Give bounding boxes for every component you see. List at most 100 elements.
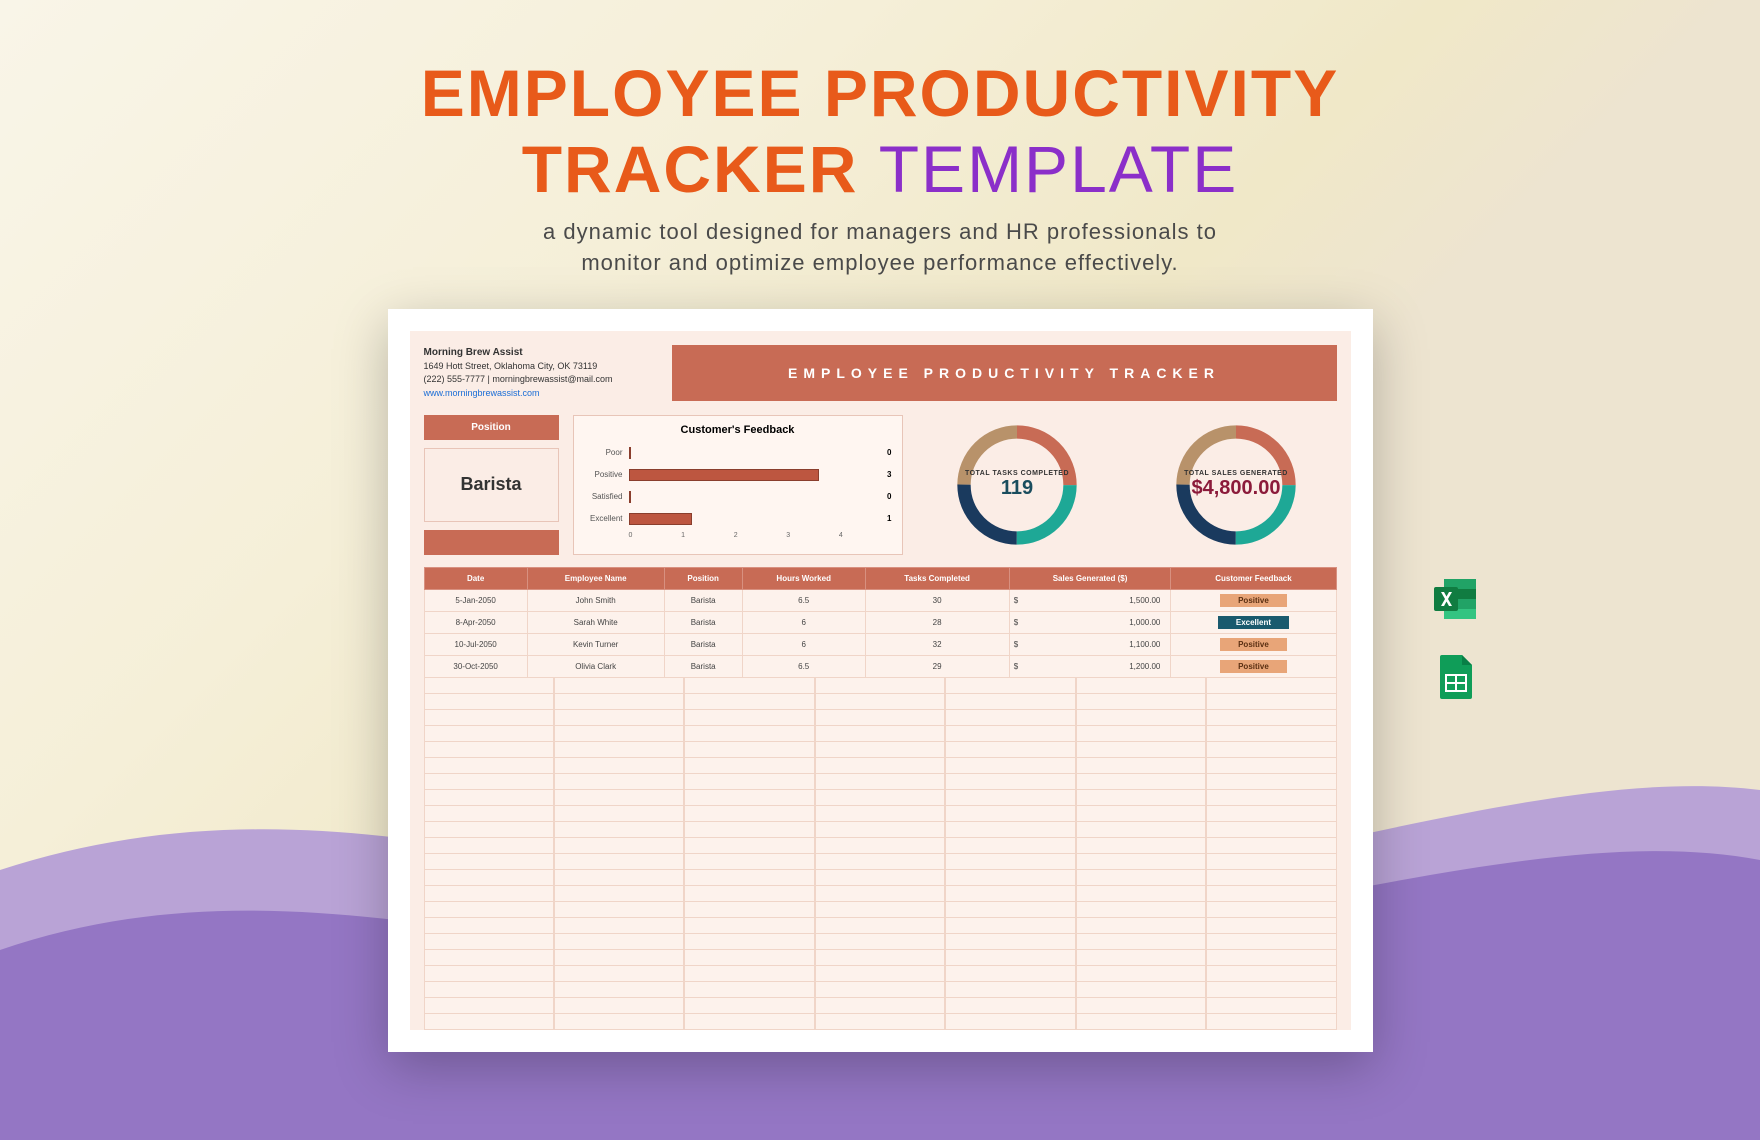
column-header: Date xyxy=(424,567,527,589)
title-line2b: TEMPLATE xyxy=(879,132,1239,206)
empty-cell xyxy=(424,710,554,726)
empty-cell xyxy=(1206,870,1336,886)
empty-cell xyxy=(945,710,1075,726)
donut-sales: TOTAL SALES GENERATED $4,800.00 xyxy=(1166,415,1306,555)
empty-cell xyxy=(1076,774,1206,790)
cell-date: 8-Apr-2050 xyxy=(424,611,527,633)
cell-name: Sarah White xyxy=(527,611,664,633)
empty-cell xyxy=(1076,758,1206,774)
title-block: EMPLOYEE PRODUCTIVITY TRACKER TEMPLATE a… xyxy=(0,0,1760,279)
donut-tasks: TOTAL TASKS COMPLETED 119 xyxy=(947,415,1087,555)
empty-cell xyxy=(684,710,814,726)
empty-cell xyxy=(1206,966,1336,982)
empty-cell xyxy=(945,694,1075,710)
empty-cell xyxy=(1076,838,1206,854)
table-body: 5-Jan-2050 John Smith Barista 6.5 30 $1,… xyxy=(424,589,1336,677)
empty-cell xyxy=(554,870,684,886)
empty-cell xyxy=(554,774,684,790)
empty-cell xyxy=(554,742,684,758)
google-sheets-icon[interactable] xyxy=(1432,653,1480,701)
empty-cell xyxy=(1206,934,1336,950)
empty-cell xyxy=(945,1014,1075,1030)
sheet-header: Morning Brew Assist 1649 Hott Street, Ok… xyxy=(424,345,1337,401)
bar-category: Satisfied xyxy=(584,492,629,501)
empty-cell xyxy=(815,982,945,998)
table-row: 5-Jan-2050 John Smith Barista 6.5 30 $1,… xyxy=(424,589,1336,611)
empty-cell xyxy=(1076,886,1206,902)
bar-fill xyxy=(629,491,631,503)
empty-cell xyxy=(684,822,814,838)
empty-cell xyxy=(1206,1014,1336,1030)
empty-cell xyxy=(684,870,814,886)
bar-category: Excellent xyxy=(584,514,629,523)
cell-hours: 6 xyxy=(742,633,865,655)
empty-cell xyxy=(945,790,1075,806)
empty-cell xyxy=(1206,694,1336,710)
position-column: Position Barista xyxy=(424,415,559,555)
empty-cell xyxy=(424,774,554,790)
empty-cell xyxy=(424,1014,554,1030)
empty-cell xyxy=(1076,998,1206,1014)
empty-cell xyxy=(815,854,945,870)
excel-icon[interactable] xyxy=(1432,575,1480,623)
empty-cell xyxy=(684,918,814,934)
table-header-row: DateEmployee NamePositionHours WorkedTas… xyxy=(424,567,1336,589)
cell-sales: $1,200.00 xyxy=(1009,655,1171,677)
empty-cell xyxy=(424,966,554,982)
empty-cell xyxy=(554,966,684,982)
cell-position: Barista xyxy=(664,589,742,611)
empty-cell xyxy=(815,822,945,838)
cell-name: Olivia Clark xyxy=(527,655,664,677)
table-row: 10-Jul-2050 Kevin Turner Barista 6 32 $1… xyxy=(424,633,1336,655)
company-address: 1649 Hott Street, Oklahoma City, OK 7311… xyxy=(424,360,654,374)
empty-cell xyxy=(815,678,945,694)
column-header: Customer Feedback xyxy=(1171,567,1336,589)
empty-cell xyxy=(684,902,814,918)
empty-cell xyxy=(554,854,684,870)
empty-cell xyxy=(554,710,684,726)
cell-feedback: Positive xyxy=(1171,589,1336,611)
cell-tasks: 28 xyxy=(865,611,1009,633)
data-table: DateEmployee NamePositionHours WorkedTas… xyxy=(424,567,1337,678)
empty-cell xyxy=(1206,982,1336,998)
cell-feedback: Positive xyxy=(1171,655,1336,677)
kpi-tasks-value: 119 xyxy=(1001,477,1033,500)
empty-cell xyxy=(1076,742,1206,758)
empty-cell xyxy=(424,934,554,950)
bar-fill xyxy=(629,513,693,525)
empty-cell xyxy=(684,854,814,870)
empty-cell xyxy=(1076,806,1206,822)
empty-cell xyxy=(424,790,554,806)
empty-cell xyxy=(945,918,1075,934)
feedback-badge: Positive xyxy=(1220,594,1287,607)
empty-cell xyxy=(815,870,945,886)
table-row: 30-Oct-2050 Olivia Clark Barista 6.5 29 … xyxy=(424,655,1336,677)
column-header: Employee Name xyxy=(527,567,664,589)
empty-cell xyxy=(1206,774,1336,790)
empty-cell xyxy=(945,742,1075,758)
kpi-sales-value: $4,800.00 xyxy=(1192,477,1281,500)
empty-cell xyxy=(554,694,684,710)
position-value: Barista xyxy=(424,448,559,522)
empty-cell xyxy=(424,870,554,886)
empty-cell xyxy=(424,886,554,902)
empty-cell xyxy=(1206,918,1336,934)
bar-track xyxy=(629,512,884,526)
column-header: Hours Worked xyxy=(742,567,865,589)
empty-cell xyxy=(945,870,1075,886)
cell-tasks: 29 xyxy=(865,655,1009,677)
empty-cell xyxy=(945,886,1075,902)
empty-cell xyxy=(424,694,554,710)
sheet-banner: EMPLOYEE PRODUCTIVITY TRACKER xyxy=(672,345,1337,401)
kpi-tasks-label: TOTAL TASKS COMPLETED xyxy=(965,470,1069,477)
empty-cell xyxy=(424,742,554,758)
empty-cell xyxy=(684,726,814,742)
empty-cell xyxy=(1206,886,1336,902)
cell-hours: 6 xyxy=(742,611,865,633)
empty-cell xyxy=(424,726,554,742)
company-website[interactable]: www.morningbrewassist.com xyxy=(424,387,654,401)
empty-cell xyxy=(1206,822,1336,838)
cell-feedback: Positive xyxy=(1171,633,1336,655)
template-preview: Morning Brew Assist 1649 Hott Street, Ok… xyxy=(388,309,1373,1052)
empty-cell xyxy=(684,886,814,902)
